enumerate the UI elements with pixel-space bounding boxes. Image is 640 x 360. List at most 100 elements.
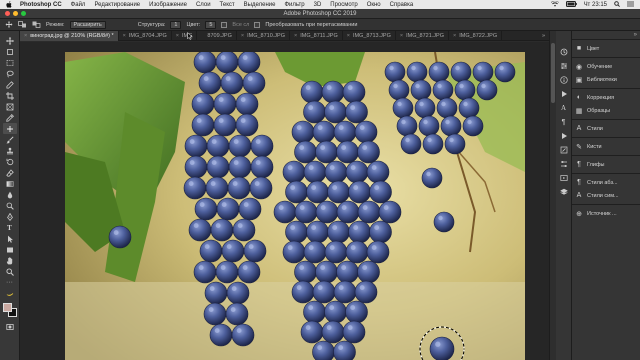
move-tool-icon[interactable] [3, 35, 17, 46]
tab-document[interactable]: ×IMG [172, 31, 198, 41]
layers-panel-icon[interactable] [558, 185, 570, 199]
close-tab-icon[interactable]: × [400, 33, 403, 39]
paragraph-panel-icon[interactable]: ¶ [558, 115, 570, 129]
clone-stamp-tool-icon[interactable] [3, 145, 17, 156]
close-tab-icon[interactable]: × [24, 33, 27, 39]
color-input[interactable]: 5 [205, 20, 217, 29]
panel-item-learn[interactable]: ◉ Обучение [572, 60, 640, 73]
tab-document[interactable]: × IMG_8710.JPG [237, 31, 290, 41]
menu-3d[interactable]: 3D [314, 2, 322, 8]
menu-window[interactable]: Окно [367, 2, 381, 8]
menu-filter[interactable]: Фильтр [284, 2, 304, 8]
close-tab-icon[interactable]: × [347, 33, 350, 39]
menu-image[interactable]: Изображение [149, 2, 187, 8]
apple-icon[interactable] [6, 1, 12, 8]
tab-document[interactable]: × IMG_8711.JPG [290, 31, 343, 41]
frame-tool-icon[interactable] [3, 101, 17, 112]
tab-document[interactable]: × IMG_8721.JPG [396, 31, 449, 41]
panel-item-color[interactable]: ■ Цвет [572, 42, 640, 55]
close-window-button[interactable] [5, 11, 10, 16]
menu-file[interactable]: Файл [71, 2, 86, 8]
history-brush-tool-icon[interactable] [3, 156, 17, 167]
menu-view[interactable]: Просмотр [330, 2, 357, 8]
battery-icon[interactable] [565, 0, 577, 9]
lasso-tool-icon[interactable] [3, 68, 17, 79]
menu-select[interactable]: Выделение [244, 2, 276, 8]
type-tool-icon[interactable]: T [3, 222, 17, 233]
tab-document[interactable]: × IMG_8704.JPG [119, 31, 172, 41]
history-panel-icon[interactable] [558, 45, 570, 59]
quick-selection-tool-icon[interactable] [3, 79, 17, 90]
tab-document[interactable]: × IMG_8713.JPG [343, 31, 396, 41]
panel-item-character-styles[interactable]: A Стили сим... [572, 189, 640, 202]
timeline-panel-icon[interactable] [558, 171, 570, 185]
rectangle-tool-icon[interactable] [3, 244, 17, 255]
foreground-color-swatch[interactable] [2, 303, 12, 312]
text-panel-icon[interactable]: A [558, 101, 570, 115]
scrollbar-thumb[interactable] [551, 43, 555, 103]
eraser-tool-icon[interactable] [3, 167, 17, 178]
panel-item-swatches[interactable]: ▦ Образцы [572, 104, 640, 117]
menu-help[interactable]: Справка [390, 2, 414, 8]
play-panel-icon[interactable] [558, 129, 570, 143]
tab-document[interactable]: 8709.JPG [197, 31, 237, 41]
menu-edit[interactable]: Редактирование [94, 2, 140, 8]
artboard-tool-icon[interactable] [3, 46, 17, 57]
zoom-tool-icon[interactable] [3, 266, 17, 277]
blur-tool-icon[interactable] [3, 189, 17, 200]
clock[interactable]: Чт 23:15 [584, 2, 607, 8]
properties-panel-icon[interactable] [558, 59, 570, 73]
selection-mode-icon[interactable] [18, 21, 27, 29]
mode-select[interactable]: Расширить [69, 20, 106, 29]
grapes-photo[interactable] [65, 52, 525, 360]
gradient-tool-icon[interactable] [3, 178, 17, 189]
path-selection-tool-icon[interactable] [3, 233, 17, 244]
menu-app-name[interactable]: Photoshop CC [20, 2, 62, 8]
close-tab-icon[interactable]: × [294, 33, 297, 39]
menu-list-icon[interactable] [627, 1, 634, 9]
wifi-icon[interactable] [550, 0, 559, 9]
crop-tool-icon[interactable] [3, 90, 17, 101]
transform-on-drop-checkbox[interactable] [254, 21, 261, 28]
more-tools-icon[interactable]: ··· [3, 277, 17, 288]
panel-item-clone-source[interactable]: ⊕ Источник ... [572, 207, 640, 220]
selection-subtract-icon[interactable] [32, 21, 41, 29]
panel-item-adjustments[interactable]: ◐ Коррекция [572, 91, 640, 104]
pen-tool-icon[interactable] [3, 211, 17, 222]
adjust-panel-icon[interactable] [558, 157, 570, 171]
panel-item-paragraph-styles[interactable]: ¶ Стили абз... [572, 176, 640, 189]
close-tab-icon[interactable]: × [123, 33, 126, 39]
menu-layer[interactable]: Слои [196, 2, 211, 8]
eyedropper-tool-icon[interactable] [3, 112, 17, 123]
brush-settings-icon[interactable] [558, 143, 570, 157]
content-aware-move-tool-icon[interactable] [4, 21, 13, 29]
sample-all-layers-checkbox[interactable] [221, 21, 228, 28]
close-tab-icon[interactable]: × [453, 33, 456, 39]
close-tab-icon[interactable]: × [176, 33, 179, 39]
collapse-panels-button[interactable]: » [572, 31, 640, 39]
zoom-window-button[interactable] [21, 11, 26, 16]
structure-input[interactable]: 1 [170, 20, 182, 29]
actions-panel-icon[interactable] [558, 87, 570, 101]
document-canvas[interactable] [20, 42, 549, 360]
tab-document[interactable]: × IMG_8722.JPG [449, 31, 503, 41]
quick-mask-icon[interactable] [3, 321, 17, 332]
info-panel-icon[interactable] [558, 73, 570, 87]
hand-tool-icon[interactable] [3, 255, 17, 266]
panel-item-libraries[interactable]: ▣ Библиотеки [572, 73, 640, 86]
menu-type[interactable]: Текст [220, 2, 235, 8]
panel-item-glyphs[interactable]: ¶ Глифы [572, 158, 640, 171]
color-swatches[interactable] [2, 303, 17, 317]
minimize-window-button[interactable] [13, 11, 18, 16]
more-tabs-button[interactable]: » [538, 31, 549, 41]
content-aware-move-tool-icon-active[interactable] [2, 123, 17, 134]
brush-tool-icon[interactable] [3, 134, 17, 145]
panel-item-brushes[interactable]: ✎ Кисти [572, 140, 640, 153]
dodge-tool-icon[interactable] [3, 200, 17, 211]
close-tab-icon[interactable]: × [241, 33, 244, 39]
canvas-scrollbar[interactable] [549, 31, 556, 360]
panel-item-styles[interactable]: A Стили [572, 122, 640, 135]
tab-document-active[interactable]: × виноград.jpg @ 210% (RGB/8#) * [20, 31, 119, 41]
marquee-tool-icon[interactable] [3, 57, 17, 68]
spotlight-icon[interactable] [614, 0, 620, 9]
